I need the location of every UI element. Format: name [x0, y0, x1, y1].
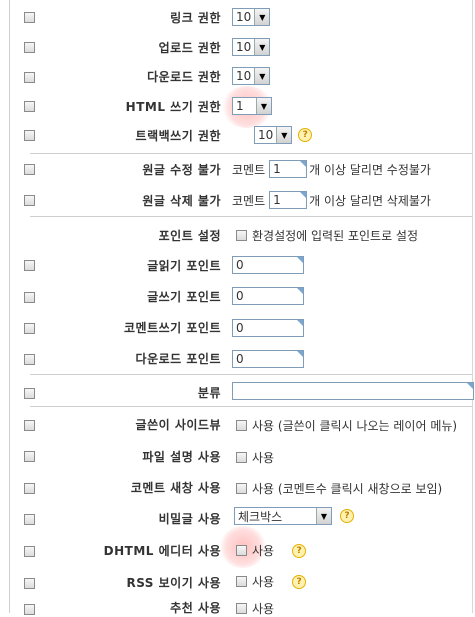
- dhtml-check-label: 사용: [252, 544, 275, 558]
- row-checkbox[interactable]: [24, 130, 35, 141]
- chevron-down-icon: ▼: [254, 68, 270, 84]
- no-delete-suffix: 개 이상 달리면 삭제불가: [309, 193, 431, 208]
- row-checkbox[interactable]: [24, 323, 35, 334]
- help-icon[interactable]: ?: [298, 128, 313, 142]
- row-checkbox[interactable]: [24, 72, 35, 83]
- field-label: 트랙백쓰기 권한: [135, 129, 221, 143]
- right-border: [472, 0, 473, 613]
- row-checkbox[interactable]: [24, 292, 35, 303]
- row-checkbox[interactable]: [24, 388, 35, 399]
- field-label: 글쓴이 사이드뷰: [135, 418, 221, 432]
- no-edit-count-input[interactable]: 1: [269, 160, 308, 178]
- comment-window-check-label: 사용 (코멘트수 클릭시 새창으로 보임): [252, 482, 443, 496]
- write-point-input[interactable]: 0: [232, 287, 304, 305]
- field-label: 원글 삭제 불가: [142, 194, 221, 208]
- trackback-permission-select[interactable]: 10 ▼: [254, 126, 293, 144]
- read-point-input[interactable]: 0: [232, 256, 304, 274]
- download-point-input[interactable]: 0: [232, 350, 304, 368]
- chevron-down-icon: ▼: [254, 9, 270, 25]
- row-checkbox[interactable]: [24, 514, 35, 525]
- field-label: 글읽기 포인트: [147, 259, 221, 273]
- file-desc-checkbox[interactable]: [236, 452, 247, 463]
- row-checkbox[interactable]: [24, 483, 35, 494]
- category-input[interactable]: [232, 382, 474, 400]
- chevron-down-icon: ▼: [276, 127, 292, 143]
- row-checkbox[interactable]: [24, 195, 35, 206]
- field-label: 비밀글 사용: [158, 512, 221, 526]
- row-checkbox[interactable]: [24, 260, 35, 271]
- row-checkbox[interactable]: [24, 164, 35, 175]
- field-label: RSS 보이기 사용: [126, 576, 221, 590]
- upload-permission-select[interactable]: 10 ▼: [232, 38, 271, 56]
- comment-window-checkbox[interactable]: [236, 483, 247, 494]
- sideview-check-label: 사용 (글쓴이 클릭시 나오는 레이어 메뉴): [252, 419, 458, 433]
- rss-checkbox[interactable]: [236, 576, 247, 587]
- chevron-down-icon: ▼: [254, 39, 270, 55]
- field-label: 파일 설명 사용: [142, 450, 221, 464]
- field-label: 코멘트 새창 사용: [130, 481, 221, 495]
- comment-point-input[interactable]: 0: [232, 319, 304, 337]
- sideview-checkbox[interactable]: [236, 420, 247, 431]
- html-permission-select[interactable]: 1 ▼: [232, 97, 272, 115]
- chevron-down-icon: ▼: [316, 508, 331, 524]
- row-checkbox[interactable]: [24, 604, 35, 615]
- divider: [30, 374, 472, 375]
- recommend-check-label: 사용: [252, 602, 275, 616]
- field-label: HTML 쓰기 권한: [125, 100, 221, 114]
- board-settings-form: 링크 권한 10 ▼ 업로드 권한 10 ▼ 다운로드 권한 10 ▼ HTML 쓰기…: [0, 0, 475, 616]
- divider: [30, 153, 472, 154]
- divider: [30, 216, 472, 217]
- point-setting-check-label: 환경설정에 입력된 포인트로 설정: [252, 229, 419, 243]
- divider: [30, 406, 472, 407]
- row-checkbox[interactable]: [24, 420, 35, 431]
- field-label: 링크 권한: [170, 11, 221, 25]
- row-checkbox[interactable]: [24, 451, 35, 462]
- field-label: 업로드 권한: [158, 41, 221, 55]
- point-setting-checkbox[interactable]: [236, 230, 247, 241]
- help-icon[interactable]: ?: [292, 574, 307, 589]
- row-checkbox[interactable]: [24, 354, 35, 365]
- left-border: [9, 0, 10, 613]
- field-label: 다운로드 권한: [147, 70, 221, 84]
- secret-select[interactable]: 체크박스 ▼: [234, 507, 332, 525]
- recommend-checkbox[interactable]: [236, 603, 247, 614]
- comment-prefix: 코멘트: [232, 162, 266, 177]
- field-label: 글쓰기 포인트: [147, 290, 221, 304]
- field-label: 원글 수정 불가: [142, 163, 221, 177]
- field-label: 분류: [197, 386, 221, 400]
- field-label: 추천 사용: [170, 601, 221, 615]
- file-desc-check-label: 사용: [252, 451, 275, 465]
- help-icon[interactable]: ?: [340, 509, 354, 523]
- no-delete-count-input[interactable]: 1: [269, 191, 308, 209]
- row-checkbox[interactable]: [24, 578, 35, 589]
- no-edit-suffix: 개 이상 달리면 수정불가: [309, 162, 431, 177]
- rss-check-label: 사용: [252, 575, 275, 589]
- row-checkbox[interactable]: [24, 101, 35, 112]
- row-checkbox[interactable]: [24, 12, 35, 23]
- field-label: 코멘트쓰기 포인트: [124, 321, 221, 335]
- dhtml-checkbox[interactable]: [236, 545, 247, 556]
- help-icon[interactable]: ?: [292, 543, 307, 558]
- row-checkbox[interactable]: [24, 546, 35, 557]
- row-checkbox[interactable]: [24, 42, 35, 53]
- comment-prefix: 코멘트: [232, 193, 266, 208]
- field-label: DHTML 에디터 사용: [103, 544, 221, 558]
- link-permission-select[interactable]: 10 ▼: [232, 8, 271, 26]
- field-label: 다운로드 포인트: [135, 352, 221, 366]
- chevron-down-icon: ▼: [256, 98, 271, 114]
- field-label: 포인트 설정: [158, 229, 221, 243]
- download-permission-select[interactable]: 10 ▼: [232, 67, 271, 85]
